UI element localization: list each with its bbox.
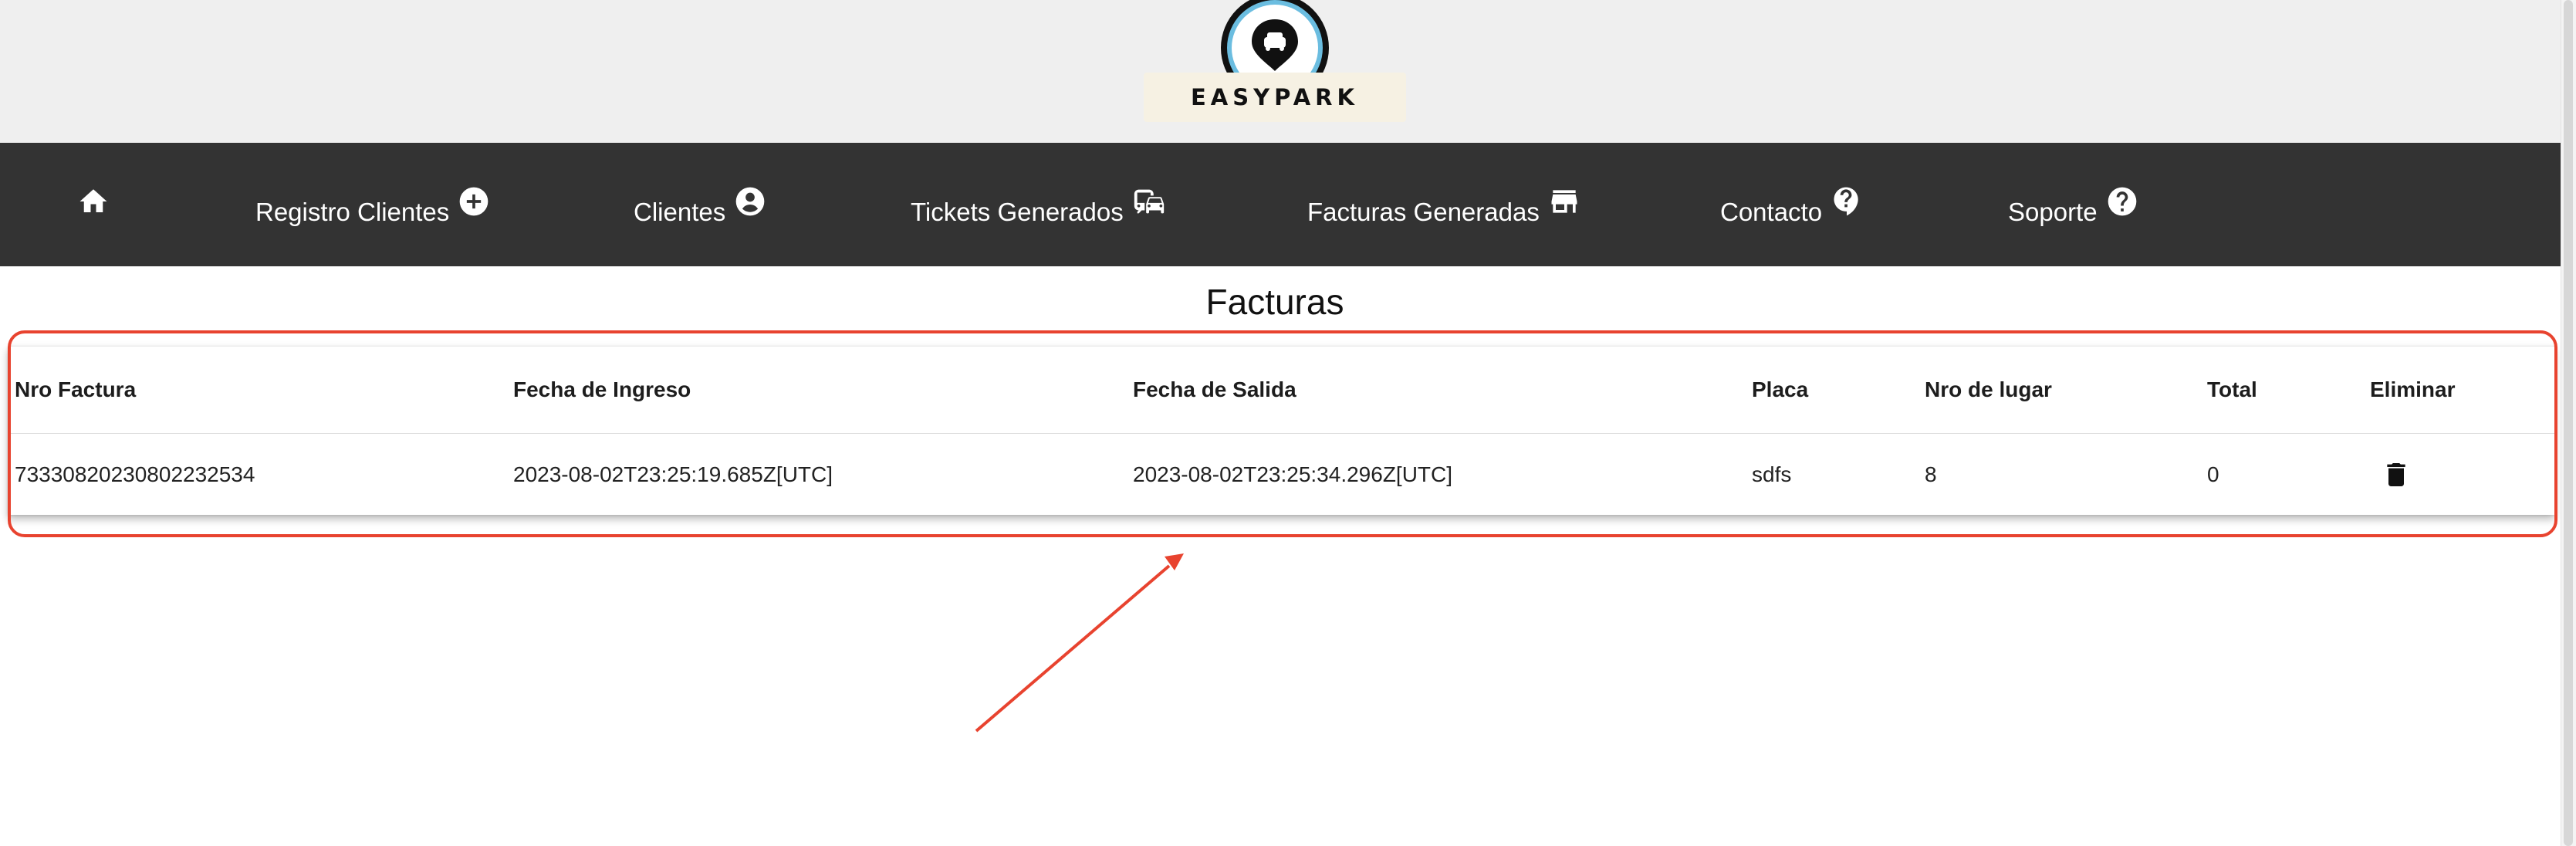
cell-placa: sdfs — [1752, 462, 1792, 486]
cell-nro-lugar: 8 — [1925, 462, 1937, 486]
help-icon — [2108, 187, 2136, 216]
brand-name: EASYPARK — [1144, 73, 1406, 122]
invoices-table: Nro Factura Fecha de Ingreso Fecha de Sa… — [8, 346, 2554, 515]
column-header: Fecha de Ingreso — [513, 377, 691, 401]
store-icon — [1551, 190, 1577, 213]
contact-support-icon — [1834, 187, 1858, 216]
home-icon — [79, 189, 107, 212]
account-circle-icon — [735, 187, 765, 216]
nav-label: Clientes — [634, 198, 726, 226]
nav-tickets-generados[interactable]: Tickets Generados — [911, 143, 1167, 266]
nav-contacto[interactable]: Contacto — [1720, 143, 1864, 266]
cell-fecha-ingreso: 2023-08-02T23:25:19.685Z[UTC] — [513, 462, 833, 486]
nav-facturas-generadas[interactable]: Facturas Generadas — [1307, 143, 1581, 266]
column-header: Fecha de Salida — [1133, 377, 1296, 401]
nav-home[interactable] — [77, 143, 110, 266]
easypark-logo-icon — [1221, 0, 1329, 77]
column-header: Nro de lugar — [1925, 377, 2052, 401]
nav-label: Tickets Generados — [911, 198, 1124, 226]
nav-clientes[interactable]: Clientes — [634, 143, 767, 266]
table-row: 73330820230802232534 2023-08-02T23:25:19… — [8, 434, 2554, 515]
column-header: Total — [2207, 377, 2257, 401]
trash-icon[interactable] — [2381, 458, 2412, 492]
header: EASYPARK — [0, 0, 2561, 143]
navbar: Registro Clientes Clientes Tickets Gener… — [0, 143, 2561, 266]
table-header-row: Nro Factura Fecha de Ingreso Fecha de Sa… — [8, 347, 2554, 434]
delete-button[interactable] — [2370, 434, 2412, 515]
commute-icon — [1134, 189, 1164, 214]
nav-soporte[interactable]: Soporte — [2008, 143, 2139, 266]
scrollbar-thumb[interactable] — [2564, 0, 2573, 846]
cell-nro-factura: 73330820230802232534 — [15, 462, 255, 486]
nav-label: Registro Clientes — [255, 198, 450, 226]
column-header: Eliminar — [2370, 377, 2456, 401]
column-header: Nro Factura — [15, 377, 137, 401]
column-header: Placa — [1752, 377, 1809, 401]
page-title: Facturas — [1205, 282, 1344, 322]
nav-registro-clientes[interactable]: Registro Clientes — [255, 143, 491, 266]
cell-fecha-salida: 2023-08-02T23:25:34.296Z[UTC] — [1133, 462, 1453, 486]
nav-label: Soporte — [2008, 198, 2098, 226]
add-circle-icon — [459, 187, 488, 216]
nav-label: Facturas Generadas — [1307, 198, 1540, 226]
cell-total: 0 — [2207, 462, 2219, 486]
nav-label: Contacto — [1720, 198, 1823, 226]
